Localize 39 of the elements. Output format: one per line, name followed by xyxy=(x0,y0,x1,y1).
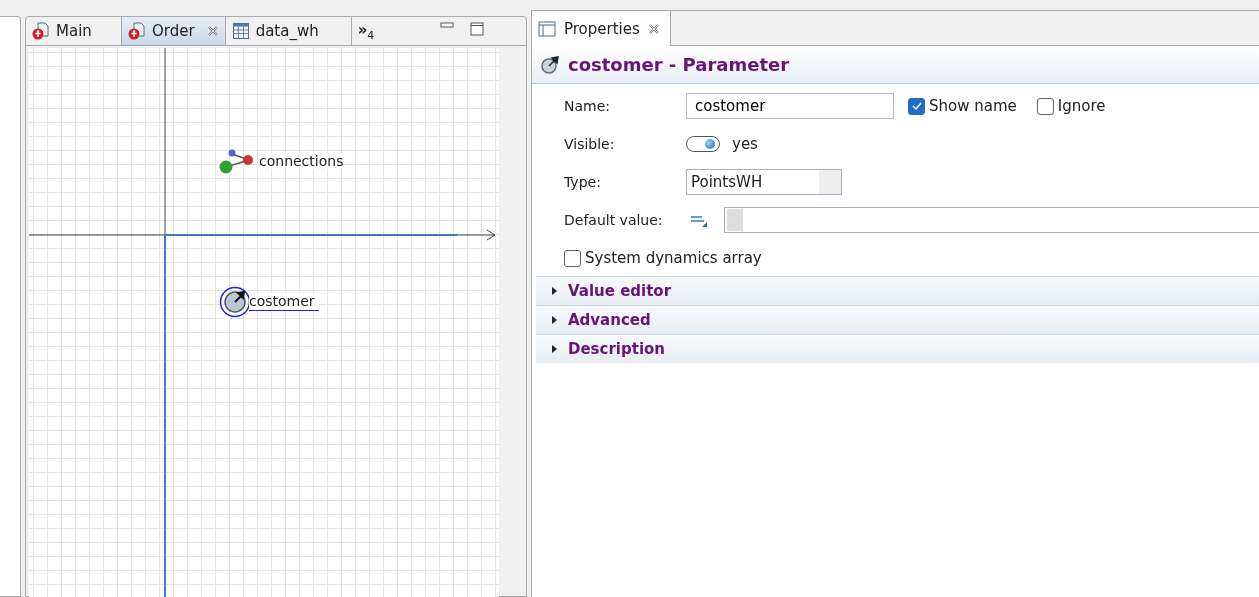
maximize-icon[interactable] xyxy=(469,22,484,36)
type-field[interactable]: PointsWH xyxy=(686,169,842,195)
canvas-label: connections xyxy=(259,153,344,169)
collection-icon[interactable] xyxy=(219,148,255,174)
section-header[interactable]: Description xyxy=(536,334,1259,363)
editor-tab[interactable]: Main xyxy=(26,17,122,45)
parameter-icon[interactable] xyxy=(219,286,251,318)
canvas-label: costomer xyxy=(249,293,319,311)
name-field[interactable]: costomer xyxy=(686,93,894,119)
section-header[interactable]: Advanced xyxy=(536,305,1259,334)
close-icon[interactable] xyxy=(647,22,660,35)
editor-tab[interactable]: data_wh xyxy=(225,17,352,45)
field-label: Name: xyxy=(564,98,612,114)
code-mode-icon[interactable] xyxy=(690,213,708,227)
properties-title: costomer - Parameter xyxy=(568,54,790,75)
close-icon[interactable] xyxy=(206,25,219,37)
properties-tab[interactable]: Properties xyxy=(532,11,671,46)
expand-icon xyxy=(550,286,558,296)
visible-toggle[interactable] xyxy=(686,136,720,152)
parameter-icon xyxy=(540,54,560,75)
table-icon xyxy=(538,20,556,37)
field-label: Visible: xyxy=(564,136,616,152)
toggle-value: yes xyxy=(732,135,758,153)
default-value-field[interactable] xyxy=(724,207,1259,233)
expand-icon xyxy=(550,315,558,325)
agent-icon xyxy=(32,22,50,40)
expand-icon xyxy=(550,344,558,354)
show-name-checkbox[interactable]: Show name xyxy=(908,97,1017,115)
more-tabs-button[interactable]: »$_{4}$ xyxy=(351,17,434,45)
field-label: Default value: xyxy=(564,212,664,228)
table-icon xyxy=(231,22,250,40)
section-header[interactable]: Value editor xyxy=(536,276,1259,305)
system-dynamics-array-checkbox[interactable]: System dynamics array xyxy=(564,249,762,267)
agent-icon xyxy=(128,22,146,40)
minimize-icon[interactable] xyxy=(439,22,454,30)
ignore-checkbox[interactable]: Ignore xyxy=(1036,97,1106,115)
check-icon xyxy=(910,100,923,112)
editor-tab[interactable]: Order xyxy=(122,17,226,45)
field-label: Type: xyxy=(564,174,602,190)
